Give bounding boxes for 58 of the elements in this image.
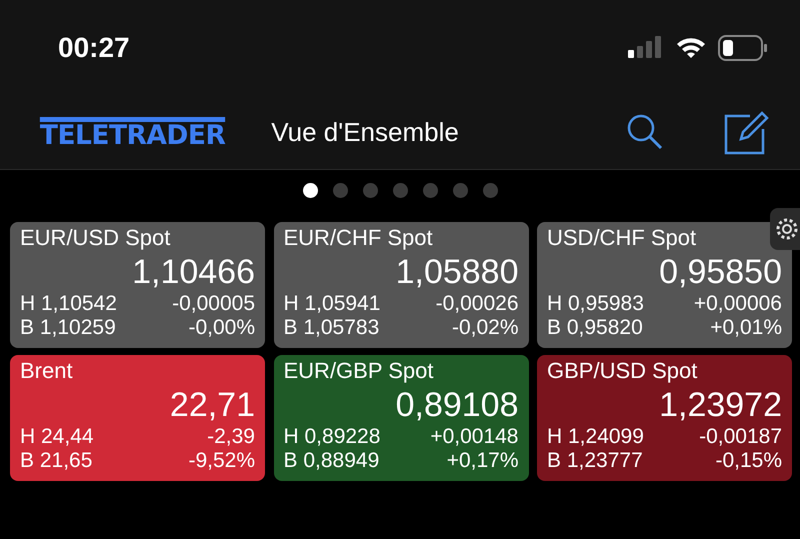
change-value: +0,00006	[694, 292, 782, 316]
high-value: H 1,10542	[20, 292, 117, 316]
change-value: -0,00026	[436, 292, 518, 316]
high-value: H 1,24099	[547, 425, 644, 449]
instrument-name: EUR/CHF Spot	[284, 224, 434, 252]
battery-icon	[718, 34, 768, 60]
price: 1,23972	[659, 385, 782, 425]
quote-tile[interactable]: GBP/USD Spot 1,23972 H 1,24099 -0,00187 B 1,23777 -0,15%	[537, 355, 792, 481]
change-value: -2,39	[207, 425, 255, 449]
low-value: B 0,88949	[284, 449, 380, 473]
search-icon[interactable]	[626, 113, 664, 151]
wifi-icon	[676, 36, 706, 58]
low-value: B 21,65	[20, 449, 92, 473]
high-value: H 1,05941	[284, 292, 380, 316]
high-value: H 0,89228	[284, 425, 380, 449]
high-value: H 24,44	[20, 425, 94, 449]
change-percent: -0,02%	[452, 316, 518, 340]
change-value: -0,00005	[172, 292, 255, 316]
instrument-name: GBP/USD Spot	[547, 357, 698, 385]
change-percent: -0,15%	[715, 449, 782, 473]
instrument-name: Brent	[20, 357, 74, 385]
low-value: B 1,10259	[20, 316, 116, 340]
logo: TELETRADER	[40, 116, 226, 148]
change-percent: +0,17%	[446, 449, 518, 473]
price: 22,71	[170, 385, 255, 425]
instrument-name: EUR/USD Spot	[20, 224, 172, 252]
quote-tile[interactable]: Brent 22,71 H 24,44 -2,39 B 21,65 -9,52%	[10, 355, 265, 481]
clock-time: 00:27	[58, 32, 130, 64]
quote-tile[interactable]: EUR/GBP Spot 0,89108 H 0,89228 +0,00148 B 0,88949 +0,17%	[274, 355, 528, 481]
quote-tile[interactable]: EUR/USD Spot 1,10466 H 1,10542 -0,00005 B 1,10259 -0,00%	[10, 222, 265, 348]
page-dot[interactable]	[362, 182, 378, 198]
change-value: +0,00148	[430, 425, 518, 449]
price: 1,05880	[396, 252, 518, 292]
page-dot[interactable]	[452, 182, 468, 198]
page-dot[interactable]	[302, 182, 318, 198]
price: 0,95850	[659, 252, 782, 292]
signal-icon	[628, 36, 664, 60]
edit-icon[interactable]	[724, 109, 770, 155]
high-value: H 0,95983	[547, 292, 644, 316]
page-dot[interactable]	[392, 182, 408, 198]
low-value: B 0,95820	[547, 316, 643, 340]
low-value: B 1,23777	[547, 449, 643, 473]
change-percent: -9,52%	[188, 449, 255, 473]
change-percent: -0,00%	[188, 316, 255, 340]
change-value: -0,00187	[699, 425, 782, 449]
price: 1,10466	[132, 252, 255, 292]
page-dot[interactable]	[422, 182, 438, 198]
page-dot[interactable]	[332, 182, 348, 198]
quote-tile[interactable]: EUR/CHF Spot 1,05880 H 1,05941 -0,00026 B 1,05783 -0,02%	[274, 222, 528, 348]
quote-tile[interactable]: USD/CHF Spot 0,95850 H 0,95983 +0,00006 B 0,95820 +0,01%	[537, 222, 792, 348]
settings-icon[interactable]	[770, 208, 800, 250]
instrument-name: USD/CHF Spot	[547, 224, 698, 252]
page-title: Vue d'Ensemble	[271, 116, 460, 148]
low-value: B 1,05783	[284, 316, 380, 340]
price: 0,89108	[396, 385, 518, 425]
change-percent: +0,01%	[710, 316, 782, 340]
page-dot[interactable]	[482, 182, 498, 198]
instrument-name: EUR/GBP Spot	[284, 357, 434, 385]
